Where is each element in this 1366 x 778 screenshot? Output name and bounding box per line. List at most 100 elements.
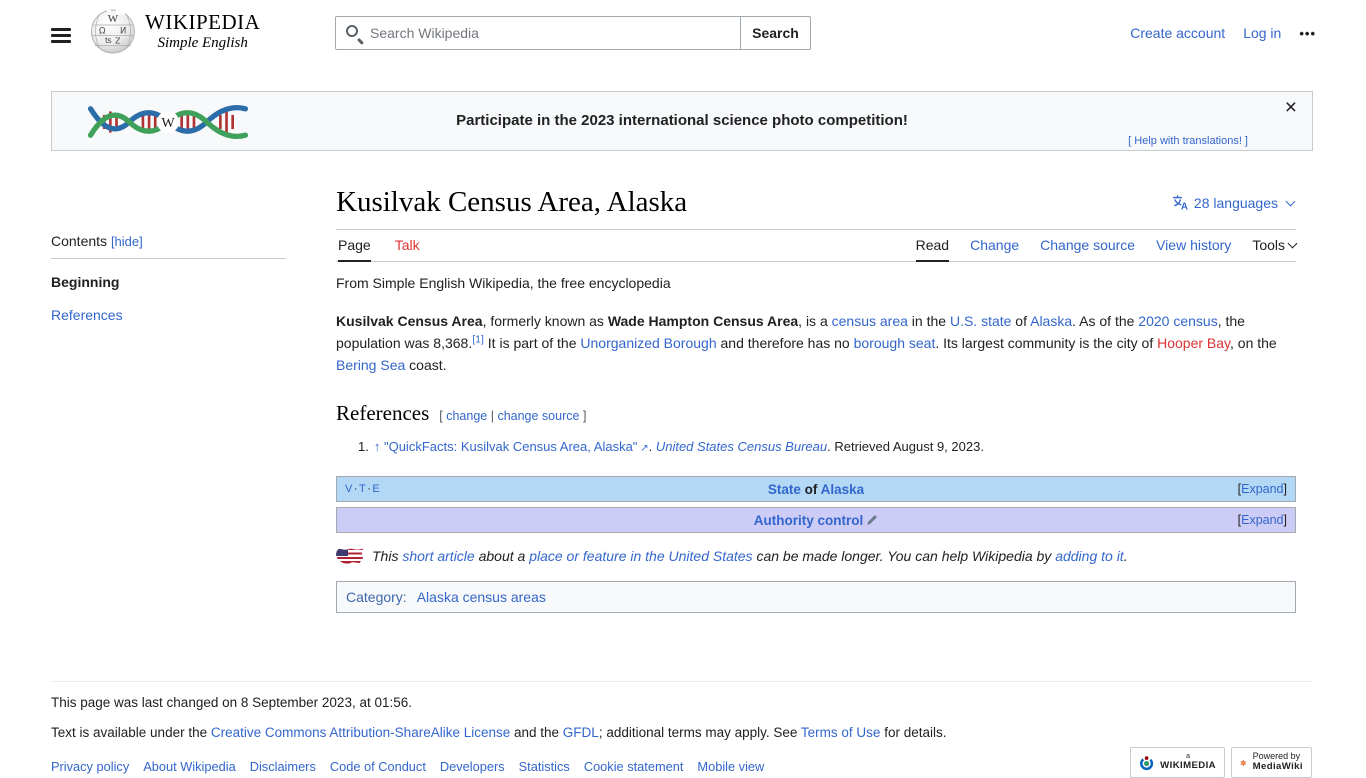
banner-message: Participate in the 2023 international sc…: [456, 112, 908, 129]
category-link[interactable]: Alaska census areas: [417, 589, 546, 605]
category-box: Category: Alaska census areas: [336, 581, 1296, 614]
link-borough-seat[interactable]: borough seat: [854, 335, 936, 351]
redlink-hooper-bay[interactable]: Hooper Bay: [1157, 335, 1230, 351]
tab-change[interactable]: Change: [970, 231, 1019, 262]
svg-text:A: A: [1181, 202, 1188, 211]
external-link-icon[interactable]: ↗: [637, 443, 648, 454]
link-place-or-feature[interactable]: place or feature in the United States: [529, 548, 752, 564]
link-short-article[interactable]: short article: [402, 548, 474, 564]
tab-change-source[interactable]: Change source: [1040, 231, 1135, 262]
expand-link[interactable]: Expand: [1241, 513, 1283, 527]
link-alaska-navbox[interactable]: Alaska: [821, 482, 865, 497]
link-change-source[interactable]: change source: [497, 409, 579, 423]
us-flag-map-icon: [336, 548, 363, 565]
search-button[interactable]: Search: [740, 16, 811, 50]
wikipedia-globe-icon: W Ω И ʦ Z: [91, 8, 135, 54]
tools-label: Tools: [1252, 237, 1285, 254]
lead-paragraph: Kusilvak Census Area, formerly known as …: [336, 313, 1277, 374]
toc-divider: [51, 258, 286, 259]
site-subtitle: From Simple English Wikipedia, the free …: [336, 275, 671, 292]
link-2020-census[interactable]: 2020 census: [1138, 313, 1217, 329]
link-cc-license[interactable]: Creative Commons Attribution-ShareAlike …: [211, 725, 510, 740]
footer-links: Privacy policy About Wikipedia Disclaime…: [51, 759, 1313, 774]
search-input[interactable]: [335, 16, 741, 50]
tab-read[interactable]: Read: [915, 231, 950, 263]
page-footer: This page was last changed on 8 Septembe…: [51, 681, 1313, 774]
footer-link-developers[interactable]: Developers: [440, 759, 505, 774]
link-gfdl[interactable]: GFDL: [563, 725, 599, 740]
link-unorganized-borough[interactable]: Unorganized Borough: [580, 335, 716, 351]
link-census-bureau[interactable]: United States Census Bureau: [656, 439, 827, 454]
link-state[interactable]: State: [768, 482, 801, 497]
navbox-authority-control: Authority control [Expand]: [336, 507, 1296, 534]
site-header: W Ω И ʦ Z WIKIPEDIA Simple English Searc…: [0, 0, 1366, 66]
page-title: Kusilvak Census Area, Alaska: [336, 186, 688, 218]
powered-by-mediawiki-badge[interactable]: Powered by MediaWiki: [1231, 747, 1312, 778]
footer-link-disclaimers[interactable]: Disclaimers: [250, 759, 316, 774]
section-edit-links: [ change | change source ]: [439, 409, 587, 424]
category-label[interactable]: Category:: [346, 589, 407, 605]
languages-button[interactable]: A 28 languages: [1172, 194, 1296, 211]
footer-link-cookie-statement[interactable]: Cookie statement: [584, 759, 684, 774]
article-content: Kusilvak Census Area, Alaska A 28 langua…: [336, 184, 1298, 614]
main-menu-icon[interactable]: [47, 23, 75, 45]
create-account-link[interactable]: Create account: [1130, 25, 1225, 41]
wikipedia-tagline: Simple English: [157, 34, 248, 51]
ref-backlink[interactable]: ↑: [374, 439, 384, 454]
link-bering-sea[interactable]: Bering Sea: [336, 357, 405, 373]
link-change[interactable]: change: [446, 409, 487, 423]
tab-view-history[interactable]: View history: [1156, 231, 1231, 262]
expand-link[interactable]: Expand: [1241, 482, 1283, 496]
wikimedia-project-badge[interactable]: a WIKIMEDIA: [1130, 747, 1225, 778]
user-links: Create account Log in •••: [1130, 25, 1316, 41]
expand-button[interactable]: [Expand]: [1238, 513, 1287, 527]
footer-link-mobile-view[interactable]: Mobile view: [697, 759, 764, 774]
wikimedia-logo-icon: [1140, 755, 1154, 770]
edit-template-link[interactable]: E: [372, 483, 380, 495]
expand-button[interactable]: [Expand]: [1238, 482, 1287, 496]
link-terms-of-use[interactable]: Terms of Use: [801, 725, 881, 740]
footer-link-statistics[interactable]: Statistics: [519, 759, 570, 774]
link-adding-to-it[interactable]: adding to it: [1055, 548, 1124, 564]
link-quickfacts[interactable]: "QuickFacts: Kusilvak Census Area, Alask…: [384, 439, 637, 454]
vte-links: V·T·E: [345, 483, 381, 496]
edit-pencil-icon[interactable]: [866, 514, 878, 526]
view-template-link[interactable]: V: [345, 483, 353, 495]
footer-link-about-wikipedia[interactable]: About Wikipedia: [143, 759, 235, 774]
references-heading-row: References [ change | change source ]: [336, 401, 1296, 426]
stub-notice: This short article about a place or feat…: [336, 548, 1296, 564]
mediawiki-sunflower-icon: [1240, 759, 1246, 766]
link-alaska[interactable]: Alaska: [1030, 313, 1072, 329]
table-of-contents: Contents [hide] Beginning References: [51, 233, 301, 325]
reference-list: 1. ↑ "QuickFacts: Kusilvak Census Area, A…: [336, 437, 1296, 459]
toc-hide-link[interactable]: [hide]: [111, 234, 143, 249]
footer-link-privacy-policy[interactable]: Privacy policy: [51, 759, 129, 774]
stub-text: This short article about a place or feat…: [372, 548, 1128, 565]
svg-text:Z: Z: [115, 37, 121, 46]
reference-number: 1.: [358, 439, 369, 455]
more-options-icon[interactable]: •••: [1299, 26, 1316, 41]
wikipedia-logo[interactable]: W Ω И ʦ Z WIKIPEDIA Simple English: [90, 8, 260, 55]
footer-link-code-of-conduct[interactable]: Code of Conduct: [330, 759, 426, 774]
link-us-state[interactable]: U.S. state: [950, 313, 1011, 329]
svg-text:И: И: [120, 27, 126, 37]
svg-text:W: W: [108, 13, 119, 25]
tab-page[interactable]: Page: [338, 231, 371, 263]
last-changed-text: This page was last changed on 8 Septembe…: [51, 695, 412, 710]
log-in-link[interactable]: Log in: [1243, 25, 1281, 41]
references-heading: References: [336, 401, 430, 426]
svg-text:ʦ: ʦ: [105, 36, 112, 45]
banner-help-link[interactable]: [ Help with translations! ]: [1128, 135, 1248, 147]
link-authority-control[interactable]: Authority control: [754, 513, 864, 528]
toc-item-references[interactable]: References: [51, 305, 301, 325]
tab-talk[interactable]: Talk: [395, 231, 420, 262]
search-icon: [346, 25, 358, 37]
license-text: Text is available under the Creative Com…: [51, 725, 947, 740]
tools-menu[interactable]: Tools: [1252, 231, 1298, 262]
link-census-area[interactable]: census area: [832, 313, 908, 329]
navbox-state-of-alaska: V·T·E State of Alaska [Expand]: [336, 476, 1296, 503]
banner-close-icon[interactable]: ×: [1280, 93, 1302, 122]
ref-1-superscript[interactable]: [1]: [472, 334, 484, 346]
toc-item-beginning[interactable]: Beginning: [51, 272, 301, 292]
navbox-title: State of Alaska: [767, 481, 865, 497]
